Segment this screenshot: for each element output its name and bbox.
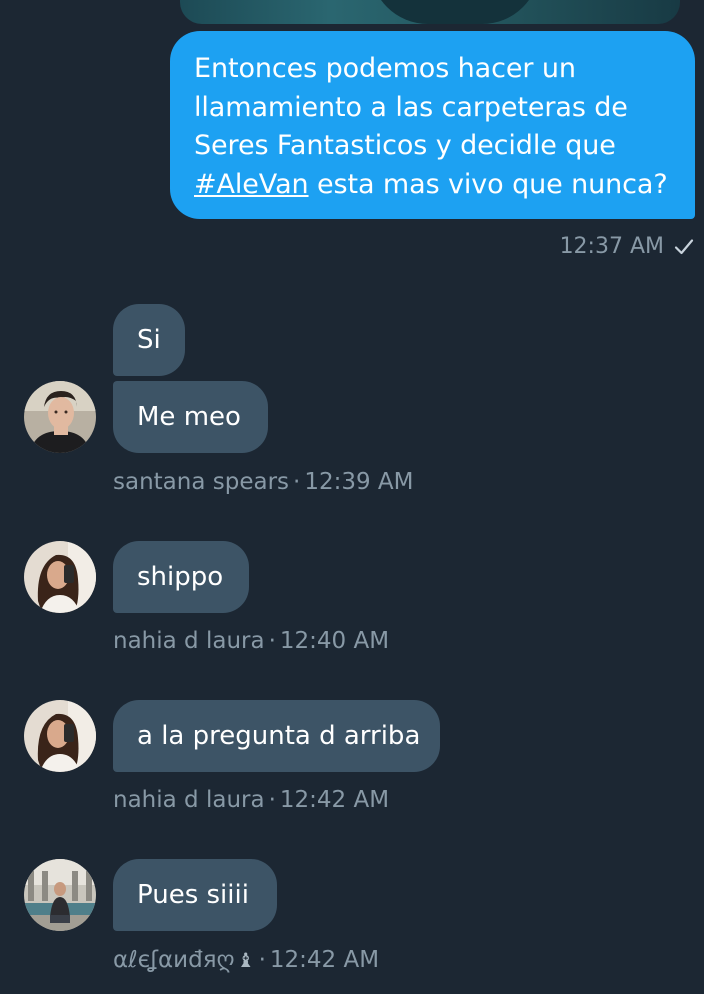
message-text: shippo [137,562,224,592]
sent-message-meta: 12:37 AM [560,233,694,261]
sent-message-bubble[interactable]: Entonces podemos hacer un llamamiento a … [170,31,695,219]
message-time: 12:40 AM [279,628,390,654]
received-message-bubble[interactable]: shippo [113,541,249,613]
received-message-bubble[interactable]: Pues siiii [113,859,277,931]
message-time: 12:42 AM [279,787,390,813]
message-text: Me meo [137,402,241,432]
separator: · [293,469,301,495]
received-message-bubble[interactable]: a la pregunta d arriba [113,700,440,772]
received-message-bubble[interactable]: Si [113,304,185,376]
message-meta: αℓєʆαиđяღ ♝ · 12:42 AM [113,946,379,974]
sent-message-line: Seres Fantasticos y decidle que [194,130,616,161]
separator: · [268,628,276,654]
avatar[interactable] [24,381,96,453]
sender-name[interactable]: santana spears [113,469,289,495]
avatar[interactable] [24,541,96,613]
message-time: 12:39 AM [304,469,414,495]
sent-message-time: 12:37 AM [559,234,664,259]
avatar[interactable] [24,700,96,772]
avatar[interactable] [24,859,96,931]
separator: · [258,947,266,973]
received-message-bubble[interactable]: Me meo [113,381,268,453]
check-icon [674,238,694,256]
sender-name[interactable]: nahia d laura [113,787,265,813]
sender-name[interactable]: nahia d laura [113,628,265,654]
message-text: a la pregunta d arriba [137,721,421,751]
message-text: Pues siiii [137,880,249,910]
sent-message-line: Entonces podemos hacer un [194,53,576,84]
sent-message-line: #AleVan esta mas vivo que nunca? [194,166,673,205]
message-time: 12:42 AM [269,947,380,973]
message-meta: nahia d laura · 12:42 AM [113,786,389,814]
sent-message-line: llamamiento a las carpeteras de [194,91,628,123]
sender-name[interactable]: αℓєʆαиđяღ [113,947,235,973]
message-meta: nahia d laura · 12:40 AM [113,627,389,655]
separator: · [268,787,276,813]
sent-message-text: esta mas vivo que nunca? [308,168,668,200]
hashtag-link[interactable]: #AleVan [194,169,309,200]
message-text: Si [137,325,161,355]
message-meta: santana spears · 12:39 AM [113,468,414,496]
media-preview[interactable]: ⌄ [180,0,680,24]
chess-bishop-icon: ♝ [236,948,255,972]
